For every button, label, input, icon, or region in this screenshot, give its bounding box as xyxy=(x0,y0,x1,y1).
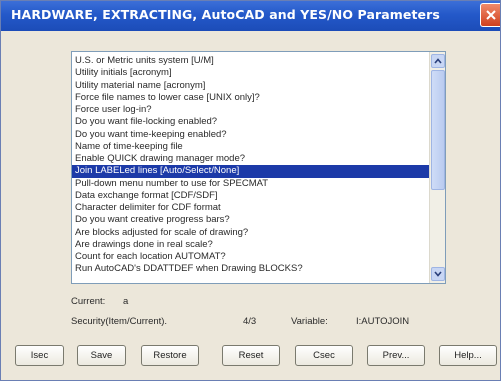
close-button[interactable] xyxy=(480,3,500,27)
parameters-list[interactable]: U.S. or Metric units system [U/M] Utility… xyxy=(71,51,446,284)
chevron-up-icon xyxy=(434,58,442,64)
list-item[interactable]: Utility material name [acronym] xyxy=(72,80,429,92)
list-item[interactable]: Are drawings done in real scale? xyxy=(72,239,429,251)
list-item[interactable]: Data exchange format [CDF/SDF] xyxy=(72,190,429,202)
list-item[interactable]: Force file names to lower case [UNIX onl… xyxy=(72,92,429,104)
list-item[interactable]: Pull-down menu number to use for SPECMAT xyxy=(72,178,429,190)
variable-value: I:AUTOJOIN xyxy=(356,316,410,327)
list-item[interactable]: U.S. or Metric units system [U/M] xyxy=(72,55,429,67)
list-item[interactable]: Do you want time-keeping enabled? xyxy=(72,129,429,141)
title-bar[interactable]: HARDWARE, EXTRACTING, AutoCAD and YES/NO… xyxy=(1,1,500,31)
chevron-down-icon xyxy=(434,271,442,277)
list-item[interactable]: Enable QUICK drawing manager mode? xyxy=(72,153,429,165)
current-label: Current: xyxy=(71,296,106,307)
help-button[interactable]: Help... xyxy=(439,345,497,366)
csec-button[interactable]: Csec xyxy=(295,345,353,366)
list-item[interactable]: Character delimiter for CDF format xyxy=(72,202,429,214)
security-label: Security(Item/Current). xyxy=(71,316,168,327)
list-item[interactable]: Are blocks adjusted for scale of drawing… xyxy=(72,227,429,239)
list-item[interactable]: Force user log-in? xyxy=(72,104,429,116)
list-item[interactable]: Do you want file-locking enabled? xyxy=(72,116,429,128)
list-item-selected[interactable]: Join LABELed lines [Auto/Select/None] xyxy=(72,165,429,178)
dialog-title: HARDWARE, EXTRACTING, AutoCAD and YES/NO… xyxy=(11,7,440,22)
list-item[interactable]: Name of time-keeping file xyxy=(72,141,429,153)
security-value: 4/3 xyxy=(243,316,257,327)
variable-label: Variable: xyxy=(291,316,328,327)
scroll-down-button[interactable] xyxy=(431,267,445,281)
parameters-dialog: HARDWARE, EXTRACTING, AutoCAD and YES/NO… xyxy=(0,0,501,381)
prev-button[interactable]: Prev... xyxy=(367,345,425,366)
scroll-thumb[interactable] xyxy=(431,70,445,190)
isec-button[interactable]: Isec xyxy=(15,345,64,366)
save-button[interactable]: Save xyxy=(77,345,126,366)
scroll-up-button[interactable] xyxy=(431,54,445,68)
list-item[interactable]: Count for each location AUTOMAT? xyxy=(72,251,429,263)
list-item[interactable]: Do you want creative progress bars? xyxy=(72,214,429,226)
list-item[interactable]: Utility initials [acronym] xyxy=(72,67,429,79)
reset-button[interactable]: Reset xyxy=(222,345,280,366)
list-item[interactable]: Run AutoCAD's DDATTDEF when Drawing BLOC… xyxy=(72,263,429,275)
close-icon xyxy=(486,10,496,20)
vertical-scrollbar[interactable] xyxy=(429,52,445,283)
current-value: a xyxy=(123,296,129,307)
list-items-container: U.S. or Metric units system [U/M] Utility… xyxy=(72,55,429,276)
restore-button[interactable]: Restore xyxy=(141,345,199,366)
